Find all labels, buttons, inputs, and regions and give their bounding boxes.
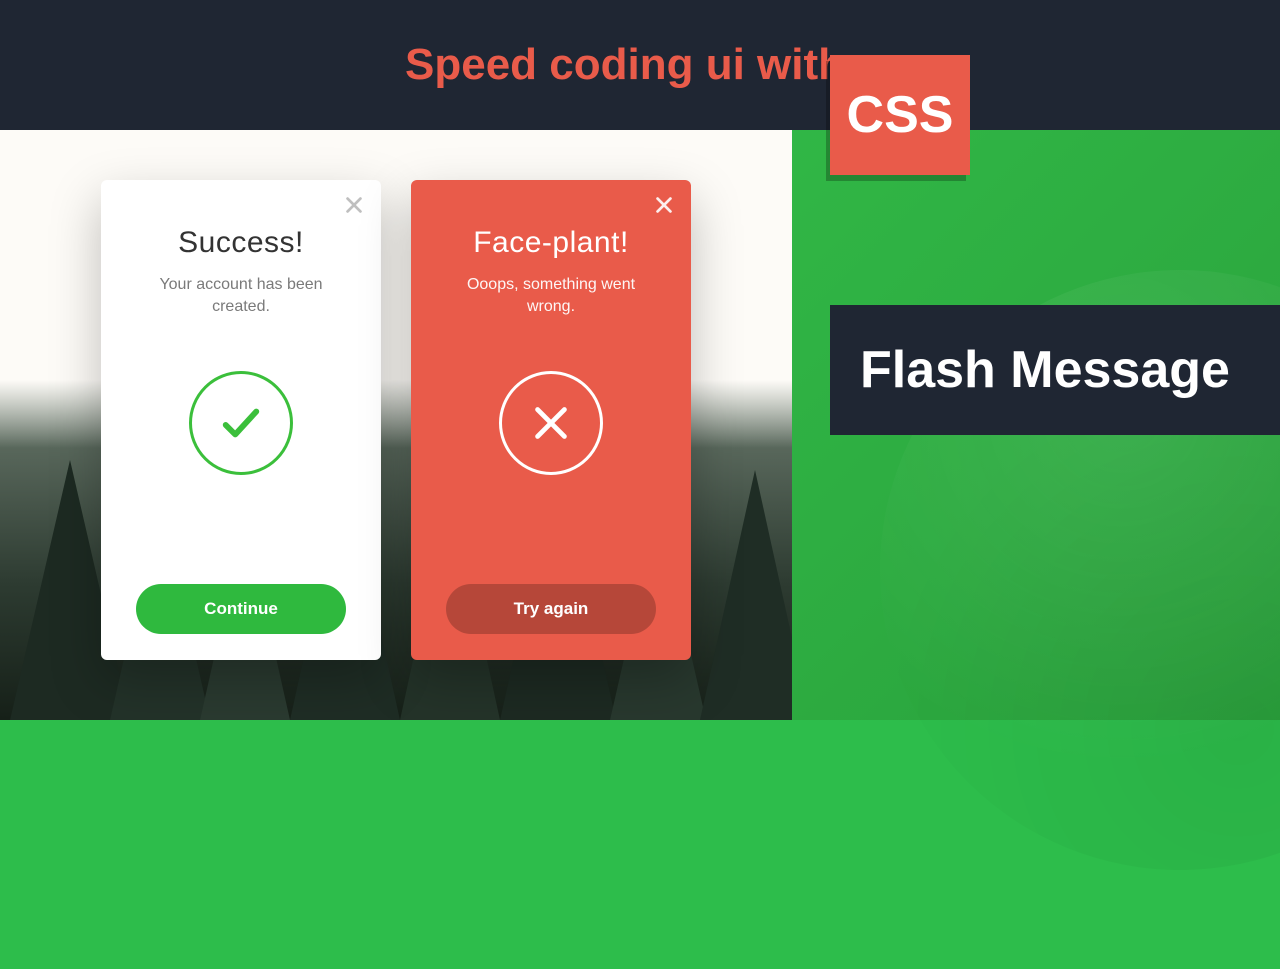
header-title: Speed coding ui with <box>405 40 845 90</box>
success-card-title: Success! <box>178 226 304 260</box>
error-card-body: Ooops, something went wrong. <box>446 274 656 319</box>
success-card-body: Your account has been created. <box>136 274 346 319</box>
continue-button[interactable]: Continue <box>136 584 346 634</box>
try-again-button[interactable]: Try again <box>446 584 656 634</box>
close-icon[interactable] <box>343 194 365 216</box>
css-badge-label: CSS <box>847 85 954 145</box>
header-bar: Speed coding ui with <box>0 0 1280 130</box>
cross-icon <box>499 371 603 475</box>
error-card-title: Face-plant! <box>473 226 629 260</box>
close-icon[interactable] <box>653 194 675 216</box>
cards-row: Success! Your account has been created. … <box>0 180 792 660</box>
subtitle-bar: Flash Message <box>830 305 1280 435</box>
success-card: Success! Your account has been created. … <box>101 180 381 660</box>
preview-panel: Success! Your account has been created. … <box>0 130 792 720</box>
subtitle-label: Flash Message <box>860 340 1230 400</box>
check-icon <box>189 371 293 475</box>
error-card: Face-plant! Ooops, something went wrong.… <box>411 180 691 660</box>
css-badge: CSS <box>830 55 970 175</box>
